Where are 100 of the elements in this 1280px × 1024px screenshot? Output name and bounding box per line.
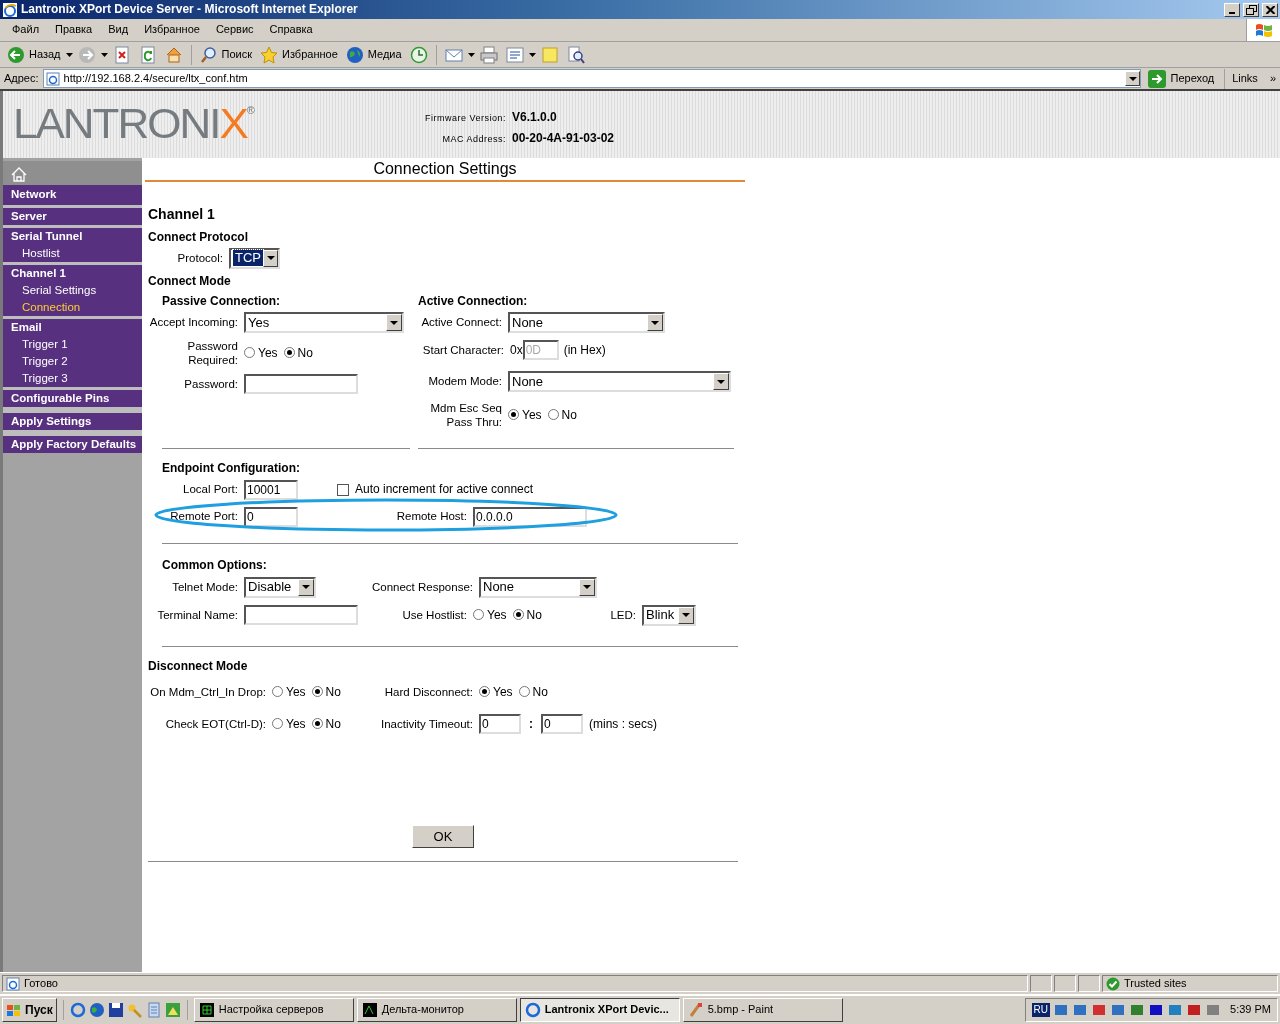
field-label: LED: (609, 607, 637, 623)
section-heading: Connect Mode (148, 273, 231, 288)
sidebar-item[interactable]: Channel 1 (3, 262, 142, 282)
field-label: Protocol: (176, 250, 224, 266)
sidebar-item[interactable]: Apply Factory Defaults (3, 430, 142, 453)
field-label: Mdm Esc Seq Pass Thru: (429, 400, 503, 430)
section-heading: Endpoint Configuration: (162, 460, 300, 475)
hex-hint: (in Hex) (563, 342, 606, 358)
menu-item[interactable]: Файл (4, 23, 48, 37)
status-text: Готово (24, 976, 58, 991)
sidebar-item[interactable]: Trigger 2 (3, 353, 142, 370)
modem-mode-select[interactable]: None (508, 371, 731, 392)
lantronix-logo: LANTRONIX$^{®}$ (13, 99, 255, 149)
media-button[interactable]: Медиа (342, 44, 405, 65)
sidebar-item[interactable]: Hostlist (3, 245, 142, 262)
radio-label: No (325, 684, 341, 700)
field-label: Accept Incoming: (148, 315, 239, 330)
section-heading: Common Options: (162, 557, 267, 572)
accept-incoming-select[interactable]: Yes (244, 312, 404, 333)
links-button[interactable]: Links (1232, 71, 1258, 86)
remote-host-field[interactable]: 0.0.0.0 (473, 506, 587, 527)
section-heading: Active Connection: (418, 293, 528, 308)
taskbar-button[interactable]: 5.bmp - Paint (682, 998, 843, 1022)
section-heading: Disconnect Mode (148, 658, 248, 673)
menu-item[interactable]: Избранное (136, 23, 208, 37)
radio-label: Yes (258, 345, 278, 361)
more-button[interactable]: » (1269, 71, 1276, 86)
section-heading: Passive Connection: (162, 293, 281, 308)
local-port-field[interactable]: 10001 (244, 479, 298, 500)
time-hint: (mins : secs) (589, 716, 657, 732)
menu-item[interactable]: Вид (100, 23, 137, 37)
taskbar-button[interactable]: Настройка серверов (193, 998, 354, 1022)
field-label: On Mdm_Ctrl_In Drop: (149, 684, 267, 700)
mac-label: MAC Address: (441, 133, 506, 145)
radio-label: No (297, 345, 313, 361)
hex-prefix: 0x (510, 342, 523, 358)
sidebar-item[interactable]: Connection (3, 299, 142, 316)
minutes-field[interactable]: 0 (479, 714, 521, 734)
sidebar-item[interactable]: Email (3, 316, 142, 336)
address-label: Адрес: (4, 71, 39, 86)
field-label: Active Connect: (420, 315, 503, 330)
menu-item[interactable]: Правка (47, 23, 101, 37)
start-button[interactable]: Пуск (2, 998, 57, 1022)
field-label: Remote Host: (395, 509, 468, 524)
menu-item[interactable]: Справка (261, 23, 321, 37)
field-label: Check EOT(Ctrl-D): (164, 716, 267, 732)
protocol-select[interactable]: TCP (229, 247, 280, 269)
radio-label: No (561, 407, 577, 423)
radio-label: Yes (487, 607, 507, 623)
radio-label: Yes (493, 684, 513, 700)
address-field[interactable]: http://192.168.2.4/secure/ltx_conf.htm (42, 69, 1142, 88)
page-title: Connection Settings (145, 158, 745, 182)
firmware-label: Firmware Version: (424, 113, 506, 124)
favorites-button[interactable]: Избранное (257, 44, 341, 65)
sidebar-item[interactable]: Apply Settings (3, 407, 142, 430)
firmware-version: V6.1.0.0 (512, 110, 558, 125)
field-label: Modem Mode: (427, 374, 503, 389)
led-select[interactable]: Blink (642, 604, 696, 626)
radio-label: Yes (522, 407, 542, 423)
sidebar-item[interactable]: Trigger 3 (3, 370, 142, 387)
sidebar-item[interactable]: Network (3, 185, 142, 205)
field-label: Connect Response: (371, 579, 474, 595)
language-indicator[interactable]: RU (1031, 1003, 1051, 1017)
back-button[interactable]: Назад (4, 44, 64, 65)
sidebar-item[interactable]: Trigger 1 (3, 336, 142, 353)
field-label: Telnet Mode: (171, 579, 239, 595)
sidebar-item[interactable]: Serial Tunnel (3, 225, 142, 245)
time-separator: : (529, 716, 533, 732)
menu-item[interactable]: Сервис (207, 23, 262, 37)
sidebar-item[interactable]: Configurable Pins (3, 387, 142, 407)
field-label: Terminal Name: (156, 607, 239, 623)
telnet-mode-select[interactable]: Disable (244, 576, 316, 598)
active-connect-select[interactable]: None (508, 312, 665, 333)
radio-label: Yes (286, 684, 306, 700)
field-label: Local Port: (182, 482, 239, 497)
ok-button[interactable]: OK (412, 825, 474, 848)
field-label: Hard Disconnect: (383, 684, 474, 700)
seconds-field[interactable]: 0 (541, 714, 583, 734)
search-button[interactable]: Поиск (196, 44, 255, 65)
field-label: Password Required: (186, 338, 239, 368)
field-label: Start Character: (421, 342, 505, 358)
clock: 5:39 PM (1230, 1003, 1271, 1017)
radio-label: Yes (286, 716, 306, 732)
window-title: Lantronix XPort Device Server - Microsoft Internet Explorer (21, 2, 358, 17)
field-label: Password: (183, 376, 239, 392)
taskbar-button[interactable]: Дельта-монитор (356, 998, 517, 1022)
radio-label: No (325, 716, 341, 732)
mac-address: 00-20-4A-91-03-02 (512, 130, 615, 145)
radio-label: No (526, 607, 542, 623)
field-label: Remote Port: (169, 509, 239, 524)
field-label: Use Hostlist: (401, 607, 468, 623)
taskbar-button[interactable]: Lantronix XPort Devic... (519, 998, 680, 1022)
connect-response-select[interactable]: None (479, 576, 597, 598)
sidebar-item[interactable]: Serial Settings (3, 282, 142, 299)
channel-heading: Channel 1 (148, 206, 215, 222)
remote-port-field[interactable]: 0 (244, 506, 298, 527)
sidebar-item[interactable]: Server (3, 205, 142, 225)
security-zone: Trusted sites (1124, 976, 1187, 991)
go-button[interactable]: Переход (1145, 68, 1218, 89)
radio-label: No (532, 684, 548, 700)
